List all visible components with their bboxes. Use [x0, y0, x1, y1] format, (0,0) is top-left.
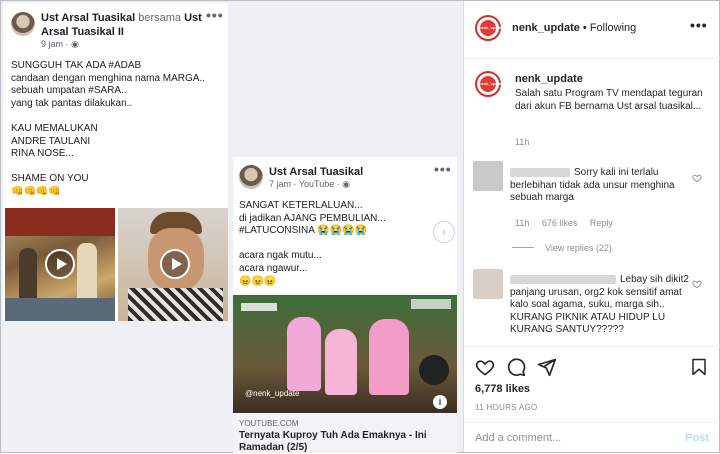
post-time[interactable]: 9 jam · ◉: [41, 39, 79, 50]
video-thumbnail-1[interactable]: [5, 208, 115, 321]
likes-count[interactable]: 6,778 likes: [475, 383, 530, 395]
performer-silhouette: [325, 329, 357, 395]
link-preview-footer[interactable]: YOUTUBE.COM Ternyata Kuproy Tuh Ada Emak…: [233, 413, 457, 453]
commenter-avatar[interactable]: [473, 161, 503, 191]
avatar-logo-text: nenk_update: [479, 81, 504, 86]
following-button[interactable]: • Following: [583, 22, 636, 34]
profile-avatar[interactable]: nenk_update: [475, 15, 504, 41]
studio-floor: [5, 298, 115, 321]
author-name[interactable]: Ust Arsal Tuasikal: [269, 165, 363, 179]
link-title[interactable]: Ternyata Kuproy Tuh Ada Emaknya - Ini Ra…: [239, 430, 451, 454]
caption-username[interactable]: nenk_update: [515, 73, 583, 85]
batik-shirt: [128, 288, 223, 321]
like-heart-icon[interactable]: [475, 357, 495, 377]
channel-logo: [241, 303, 277, 311]
action-bar: 6,778 likes 11 HOURS AGO: [464, 346, 720, 418]
globe-icon: ◉: [342, 179, 351, 189]
with-word: bersama: [138, 12, 182, 24]
info-icon[interactable]: i: [433, 395, 447, 409]
commenter-username-blurred[interactable]: [510, 274, 616, 284]
show-badge: [419, 355, 449, 385]
header-user-line: nenk_update • Following: [512, 22, 636, 34]
video-thumbnail-2[interactable]: [118, 208, 228, 321]
reply-button[interactable]: Reply: [590, 218, 613, 228]
link-domain: YOUTUBE.COM: [239, 419, 299, 428]
play-icon[interactable]: [45, 249, 75, 279]
comment-1-likes[interactable]: 676 likes: [542, 218, 578, 228]
instagram-panel: nenk_update nenk_update • Following ••• …: [463, 1, 720, 452]
author-avatar[interactable]: [239, 165, 263, 189]
caption-username-text: nenk_update: [515, 73, 583, 85]
performer-silhouette: [287, 317, 321, 391]
header-username[interactable]: nenk_update: [512, 22, 580, 34]
comment-1: Sorry kali ini terlalu berlebihan tidak …: [510, 167, 690, 205]
play-icon[interactable]: [160, 249, 190, 279]
commenter-avatar[interactable]: [473, 269, 503, 299]
heart-icon[interactable]: [692, 279, 702, 289]
add-comment-input[interactable]: Add a comment...: [475, 432, 561, 444]
bookmark-icon[interactable]: [690, 357, 708, 377]
post-time-text: 7 jam · YouTube ·: [269, 179, 343, 189]
post-time[interactable]: 7 jam · YouTube · ◉: [269, 179, 350, 190]
avatar-logo-text: nenk_update: [479, 25, 504, 30]
comment-icon[interactable]: [506, 357, 526, 377]
more-options-icon[interactable]: •••: [206, 7, 224, 23]
more-options-icon[interactable]: •••: [690, 17, 708, 33]
comment-1-time: 11h: [515, 218, 530, 228]
globe-icon: ◉: [71, 39, 79, 49]
post-time-text: 9 jam ·: [41, 39, 72, 49]
link-preview-image[interactable]: @nenk_update i: [233, 295, 457, 413]
share-icon[interactable]: [537, 357, 557, 377]
post-author-line: Ust Arsal Tuasikal bersama Ust Arsal Tua…: [41, 11, 206, 39]
comment-1-meta: 11h 676 likes Reply: [515, 218, 613, 228]
next-arrow-icon[interactable]: ›: [433, 221, 455, 243]
post-body: SANGAT KETERLALUAN... di jadikan AJANG P…: [239, 200, 386, 287]
caption-time: 11h: [515, 137, 530, 147]
view-replies-line: [512, 247, 534, 248]
channel-logo: [411, 299, 451, 309]
author-avatar[interactable]: [11, 12, 35, 36]
person-silhouette: [19, 248, 37, 303]
commenter-username-blurred[interactable]: [510, 167, 570, 177]
author-name[interactable]: Ust Arsal Tuasikal: [41, 12, 135, 24]
facebook-post-2: Ust Arsal Tuasikal 7 jam · YouTube · ◉ •…: [233, 157, 457, 453]
post-date: 11 HOURS AGO: [475, 403, 538, 412]
performer-silhouette: [369, 319, 409, 395]
heart-icon[interactable]: [692, 173, 702, 183]
add-comment-bar: Add a comment... Post: [464, 422, 720, 452]
ig-header: nenk_update nenk_update • Following •••: [464, 1, 720, 59]
comment-2: Lebay sih dikit2 panjang urusan, org2 ko…: [510, 274, 690, 344]
watermark-username: @nenk_update: [245, 389, 300, 398]
caption-avatar[interactable]: nenk_update: [475, 71, 504, 97]
post-button[interactable]: Post: [685, 432, 709, 444]
studio-backdrop: [5, 208, 115, 236]
post-body: SUNGGUH TAK ADA #ADAB candaan dengan men…: [11, 60, 206, 197]
facebook-post-1: Ust Arsal Tuasikal bersama Ust Arsal Tua…: [3, 3, 228, 321]
person-silhouette: [77, 243, 97, 303]
caption-text: Salah satu Program TV mendapat teguran d…: [515, 88, 703, 112]
view-replies-button[interactable]: View replies (22): [545, 243, 612, 253]
more-options-icon[interactable]: •••: [434, 161, 452, 177]
